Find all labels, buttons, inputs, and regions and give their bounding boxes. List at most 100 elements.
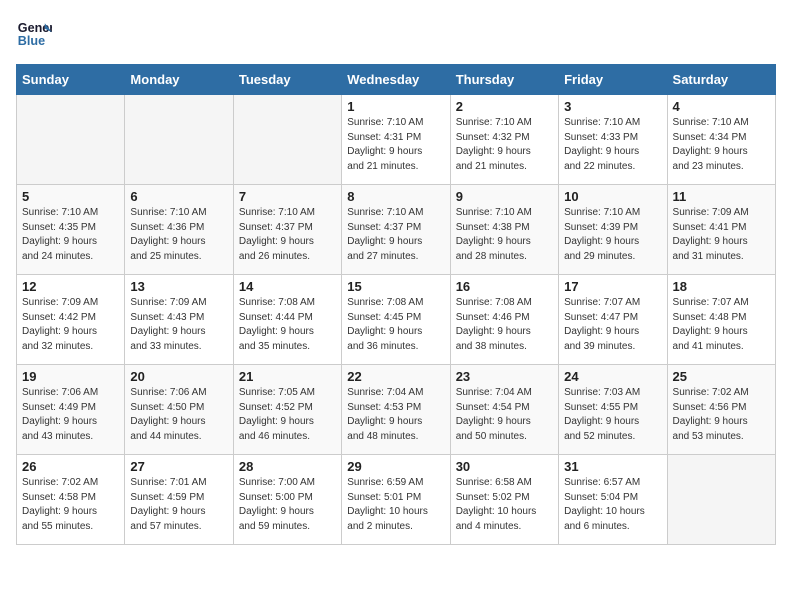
- calendar-day-cell: 2 Sunrise: 7:10 AM Sunset: 4:32 PM Daylig…: [450, 95, 558, 185]
- weekday-header-cell: Wednesday: [342, 65, 450, 95]
- day-number: 9: [456, 189, 553, 204]
- day-info: Sunrise: 7:09 AM Sunset: 4:41 PM Dayligh…: [673, 206, 770, 264]
- calendar-week-row: 5 Sunrise: 7:10 AM Sunset: 4:35 PM Daylig…: [17, 185, 776, 275]
- day-info: Sunrise: 7:08 AM Sunset: 4:44 PM Dayligh…: [239, 296, 336, 354]
- weekday-header-cell: Tuesday: [233, 65, 341, 95]
- calendar-day-cell: 3 Sunrise: 7:10 AM Sunset: 4:33 PM Daylig…: [559, 95, 667, 185]
- day-info: Sunrise: 7:08 AM Sunset: 4:45 PM Dayligh…: [347, 296, 444, 354]
- day-info: Sunrise: 6:58 AM Sunset: 5:02 PM Dayligh…: [456, 476, 553, 534]
- day-info: Sunrise: 7:07 AM Sunset: 4:48 PM Dayligh…: [673, 296, 770, 354]
- day-info: Sunrise: 7:08 AM Sunset: 4:46 PM Dayligh…: [456, 296, 553, 354]
- calendar-day-cell: 11 Sunrise: 7:09 AM Sunset: 4:41 PM Dayli…: [667, 185, 775, 275]
- day-number: 22: [347, 369, 444, 384]
- day-info: Sunrise: 6:59 AM Sunset: 5:01 PM Dayligh…: [347, 476, 444, 534]
- calendar-day-cell: 22Sunrise: 7:04 AM Sunset: 4:53 PM Dayli…: [342, 365, 450, 455]
- day-info: Sunrise: 7:10 AM Sunset: 4:36 PM Dayligh…: [130, 206, 227, 264]
- day-number: 25: [673, 369, 770, 384]
- day-info: Sunrise: 7:10 AM Sunset: 4:35 PM Dayligh…: [22, 206, 119, 264]
- calendar-day-cell: 19Sunrise: 7:06 AM Sunset: 4:49 PM Dayli…: [17, 365, 125, 455]
- weekday-header-cell: Thursday: [450, 65, 558, 95]
- weekday-header-cell: Friday: [559, 65, 667, 95]
- day-number: 4: [673, 99, 770, 114]
- day-number: 10: [564, 189, 661, 204]
- day-number: 6: [130, 189, 227, 204]
- day-info: Sunrise: 7:10 AM Sunset: 4:34 PM Dayligh…: [673, 116, 770, 174]
- calendar-week-row: 26 Sunrise: 7:02 AM Sunset: 4:58 PM Dayli…: [17, 455, 776, 545]
- day-info: Sunrise: 7:10 AM Sunset: 4:39 PM Dayligh…: [564, 206, 661, 264]
- day-number: 21: [239, 369, 336, 384]
- day-number: 18: [673, 279, 770, 294]
- svg-text:Blue: Blue: [18, 34, 45, 48]
- weekday-header-cell: Monday: [125, 65, 233, 95]
- day-info: Sunrise: 7:10 AM Sunset: 4:33 PM Dayligh…: [564, 116, 661, 174]
- calendar-day-cell: 26 Sunrise: 7:02 AM Sunset: 4:58 PM Dayli…: [17, 455, 125, 545]
- calendar-day-cell: 9 Sunrise: 7:10 AM Sunset: 4:38 PM Daylig…: [450, 185, 558, 275]
- day-info: Sunrise: 7:06 AM Sunset: 4:50 PM Dayligh…: [130, 386, 227, 444]
- day-info: Sunrise: 7:01 AM Sunset: 4:59 PM Dayligh…: [130, 476, 227, 534]
- day-info: Sunrise: 7:07 AM Sunset: 4:47 PM Dayligh…: [564, 296, 661, 354]
- day-number: 7: [239, 189, 336, 204]
- day-number: 19: [22, 369, 119, 384]
- day-info: Sunrise: 7:10 AM Sunset: 4:37 PM Dayligh…: [347, 206, 444, 264]
- day-number: 17: [564, 279, 661, 294]
- page-header: General Blue: [16, 16, 776, 52]
- calendar-body: 1 Sunrise: 7:10 AM Sunset: 4:31 PM Daylig…: [17, 95, 776, 545]
- calendar-day-cell: 16 Sunrise: 7:08 AM Sunset: 4:46 PM Dayli…: [450, 275, 558, 365]
- calendar-day-cell: [233, 95, 341, 185]
- day-info: Sunrise: 7:02 AM Sunset: 4:56 PM Dayligh…: [673, 386, 770, 444]
- calendar-week-row: 1 Sunrise: 7:10 AM Sunset: 4:31 PM Daylig…: [17, 95, 776, 185]
- day-number: 26: [22, 459, 119, 474]
- calendar-day-cell: 29 Sunrise: 6:59 AM Sunset: 5:01 PM Dayli…: [342, 455, 450, 545]
- calendar-week-row: 12 Sunrise: 7:09 AM Sunset: 4:42 PM Dayli…: [17, 275, 776, 365]
- day-info: Sunrise: 7:10 AM Sunset: 4:38 PM Dayligh…: [456, 206, 553, 264]
- day-number: 13: [130, 279, 227, 294]
- day-number: 2: [456, 99, 553, 114]
- calendar-day-cell: 21 Sunrise: 7:05 AM Sunset: 4:52 PM Dayli…: [233, 365, 341, 455]
- day-number: 24: [564, 369, 661, 384]
- day-number: 12: [22, 279, 119, 294]
- calendar-day-cell: 15 Sunrise: 7:08 AM Sunset: 4:45 PM Dayli…: [342, 275, 450, 365]
- day-info: Sunrise: 7:10 AM Sunset: 4:37 PM Dayligh…: [239, 206, 336, 264]
- day-number: 27: [130, 459, 227, 474]
- calendar-day-cell: 28 Sunrise: 7:00 AM Sunset: 5:00 PM Dayli…: [233, 455, 341, 545]
- day-number: 20: [130, 369, 227, 384]
- calendar-day-cell: 12 Sunrise: 7:09 AM Sunset: 4:42 PM Dayli…: [17, 275, 125, 365]
- day-number: 3: [564, 99, 661, 114]
- day-number: 8: [347, 189, 444, 204]
- calendar-day-cell: 27 Sunrise: 7:01 AM Sunset: 4:59 PM Dayli…: [125, 455, 233, 545]
- day-number: 28: [239, 459, 336, 474]
- day-number: 1: [347, 99, 444, 114]
- calendar-day-cell: [17, 95, 125, 185]
- day-number: 15: [347, 279, 444, 294]
- logo-icon: General Blue: [16, 16, 52, 52]
- calendar-day-cell: 23 Sunrise: 7:04 AM Sunset: 4:54 PM Dayli…: [450, 365, 558, 455]
- calendar-table: SundayMondayTuesdayWednesdayThursdayFrid…: [16, 64, 776, 545]
- day-info: Sunrise: 7:02 AM Sunset: 4:58 PM Dayligh…: [22, 476, 119, 534]
- day-info: Sunrise: 7:00 AM Sunset: 5:00 PM Dayligh…: [239, 476, 336, 534]
- day-info: Sunrise: 6:57 AM Sunset: 5:04 PM Dayligh…: [564, 476, 661, 534]
- calendar-day-cell: 4 Sunrise: 7:10 AM Sunset: 4:34 PM Daylig…: [667, 95, 775, 185]
- day-number: 16: [456, 279, 553, 294]
- calendar-day-cell: 10 Sunrise: 7:10 AM Sunset: 4:39 PM Dayli…: [559, 185, 667, 275]
- calendar-day-cell: 14Sunrise: 7:08 AM Sunset: 4:44 PM Dayli…: [233, 275, 341, 365]
- weekday-header-row: SundayMondayTuesdayWednesdayThursdayFrid…: [17, 65, 776, 95]
- day-info: Sunrise: 7:04 AM Sunset: 4:54 PM Dayligh…: [456, 386, 553, 444]
- calendar-day-cell: [667, 455, 775, 545]
- day-info: Sunrise: 7:10 AM Sunset: 4:32 PM Dayligh…: [456, 116, 553, 174]
- calendar-day-cell: 13Sunrise: 7:09 AM Sunset: 4:43 PM Dayli…: [125, 275, 233, 365]
- day-info: Sunrise: 7:10 AM Sunset: 4:31 PM Dayligh…: [347, 116, 444, 174]
- calendar-day-cell: 24 Sunrise: 7:03 AM Sunset: 4:55 PM Dayli…: [559, 365, 667, 455]
- calendar-day-cell: 7 Sunrise: 7:10 AM Sunset: 4:37 PM Daylig…: [233, 185, 341, 275]
- day-info: Sunrise: 7:03 AM Sunset: 4:55 PM Dayligh…: [564, 386, 661, 444]
- day-number: 31: [564, 459, 661, 474]
- day-info: Sunrise: 7:09 AM Sunset: 4:42 PM Dayligh…: [22, 296, 119, 354]
- calendar-day-cell: 6 Sunrise: 7:10 AM Sunset: 4:36 PM Daylig…: [125, 185, 233, 275]
- calendar-day-cell: 31 Sunrise: 6:57 AM Sunset: 5:04 PM Dayli…: [559, 455, 667, 545]
- calendar-week-row: 19Sunrise: 7:06 AM Sunset: 4:49 PM Dayli…: [17, 365, 776, 455]
- day-number: 23: [456, 369, 553, 384]
- day-number: 5: [22, 189, 119, 204]
- day-number: 11: [673, 189, 770, 204]
- calendar-day-cell: 30Sunrise: 6:58 AM Sunset: 5:02 PM Dayli…: [450, 455, 558, 545]
- day-number: 29: [347, 459, 444, 474]
- day-info: Sunrise: 7:05 AM Sunset: 4:52 PM Dayligh…: [239, 386, 336, 444]
